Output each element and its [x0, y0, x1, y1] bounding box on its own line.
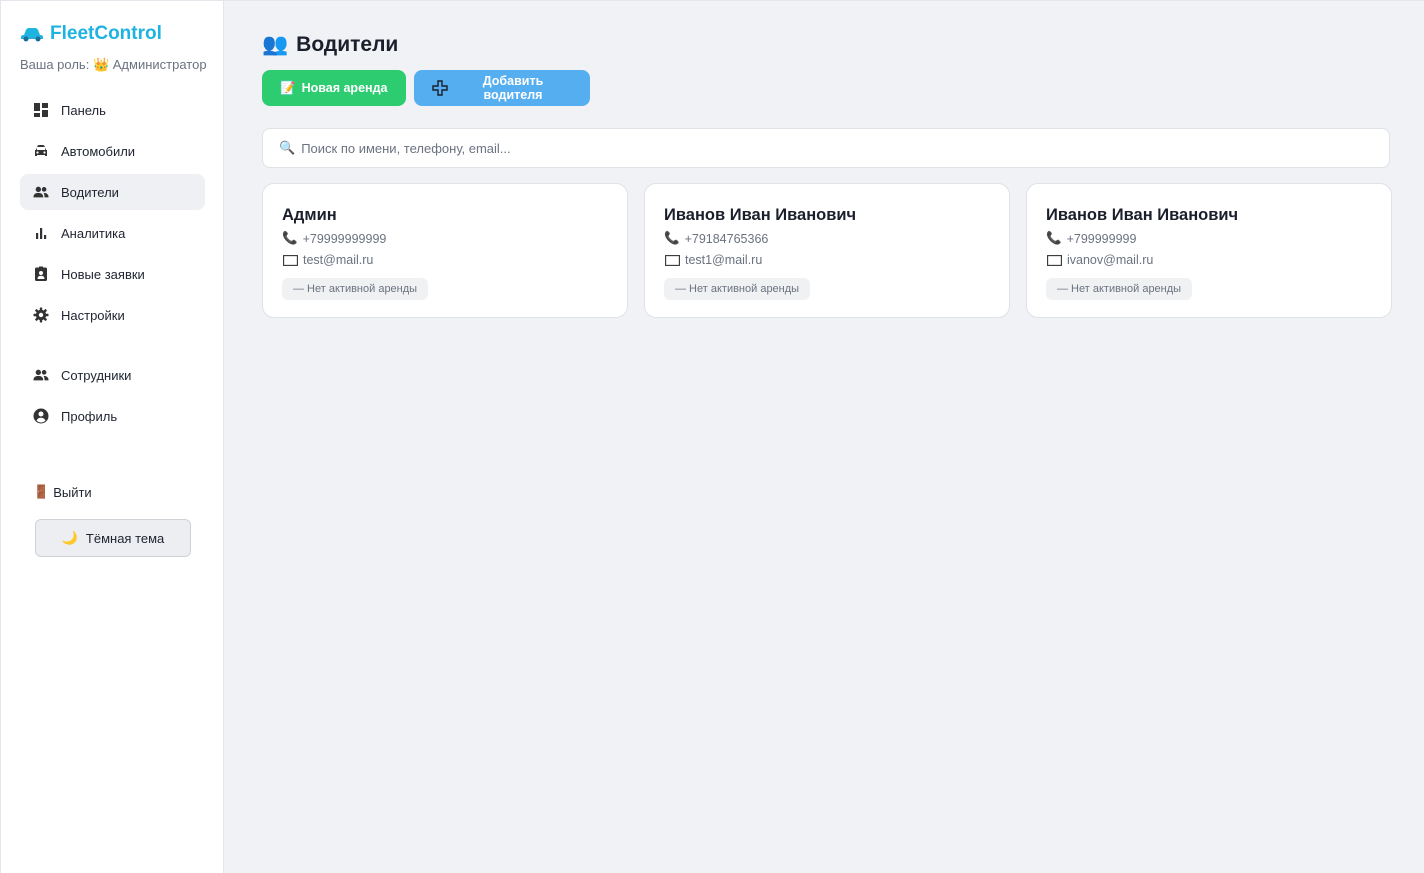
- driver-card[interactable]: Иванов Иван Иванович 📞 +79184765366 test…: [644, 183, 1010, 318]
- car-icon: [33, 143, 49, 159]
- search-input[interactable]: [301, 140, 1389, 156]
- sidebar-item-settings[interactable]: Настройки: [20, 297, 205, 333]
- driver-email: test1@mail.ru: [685, 253, 763, 267]
- sidebar-item-requests[interactable]: Новые заявки: [20, 256, 205, 292]
- driver-name: Админ: [282, 206, 337, 224]
- search-icon: 🔍: [279, 140, 296, 155]
- new-rental-label: Новая аренда: [301, 81, 388, 95]
- sidebar-item-analytics[interactable]: Аналитика: [20, 215, 205, 251]
- role-value: Администратор: [112, 57, 207, 72]
- main-content: 👥 Водители 📝 Новая аренда Добавить водит…: [224, 1, 1424, 873]
- rental-status-badge: — Нет активной аренды: [282, 278, 429, 300]
- people-icon: [33, 184, 49, 200]
- logout-label: Выйти: [53, 484, 92, 500]
- dashboard-icon: [33, 102, 49, 118]
- plus-icon: [432, 80, 448, 96]
- sidebar-item-cars[interactable]: Автомобили: [20, 133, 205, 169]
- sidebar-item-label: Новые заявки: [61, 266, 145, 282]
- page-title: 👥 Водители: [262, 33, 1392, 57]
- theme-label: Тёмная тема: [85, 530, 165, 546]
- phone-icon: 📞: [664, 231, 680, 245]
- driver-cards: Админ 📞 +79999999999 test@mail.ru — Нет …: [262, 183, 1392, 318]
- user-role: Ваша роль: 👑 Администратор: [20, 57, 207, 73]
- sidebar-item-drivers[interactable]: Водители: [20, 174, 205, 210]
- search-bar: 🔍: [262, 128, 1390, 168]
- sidebar-item-label: Автомобили: [61, 143, 136, 159]
- sidebar: FleetControl Ваша роль: 👑 Администратор …: [0, 1, 224, 873]
- phone-icon: 📞: [282, 231, 298, 245]
- sidebar-item-dashboard[interactable]: Панель: [20, 92, 205, 128]
- envelope-icon: [664, 252, 680, 268]
- add-driver-label: Добавить водителя: [482, 74, 544, 102]
- add-driver-button[interactable]: Добавить водителя: [414, 70, 590, 106]
- people-icon: [33, 367, 49, 383]
- crown-icon: 👑: [92, 57, 110, 72]
- driver-phone-row: 📞 +79184765366: [664, 231, 990, 246]
- driver-email: test@mail.ru: [303, 253, 374, 267]
- sidebar-item-label: Панель: [61, 102, 106, 118]
- driver-phone: +79999999999: [302, 231, 387, 246]
- rental-status-badge: — Нет активной аренды: [664, 278, 811, 300]
- envelope-icon: [1046, 252, 1062, 268]
- brand-name: FleetControl: [50, 23, 162, 44]
- action-bar: 📝 Новая аренда Добавить водителя: [262, 70, 1392, 106]
- app-root: FleetControl Ваша роль: 👑 Администратор …: [0, 0, 1424, 873]
- driver-card[interactable]: Иванов Иван Иванович 📞 +799999999 ivanov…: [1026, 183, 1392, 318]
- driver-phone: +799999999: [1066, 231, 1137, 246]
- sidebar-item-profile[interactable]: Профиль: [20, 398, 205, 434]
- page-title-text: Водители: [296, 33, 399, 56]
- brand[interactable]: FleetControl: [20, 23, 205, 45]
- rental-status-badge: — Нет активной аренды: [1046, 278, 1193, 300]
- driver-email-row: test@mail.ru: [282, 252, 608, 268]
- sidebar-item-label: Сотрудники: [61, 367, 132, 383]
- gear-icon: [33, 307, 49, 323]
- driver-email: ivanov@mail.ru: [1067, 253, 1154, 267]
- driver-card[interactable]: Админ 📞 +79999999999 test@mail.ru — Нет …: [262, 183, 628, 318]
- moon-icon: 🌙: [61, 530, 78, 545]
- role-label: Ваша роль:: [20, 57, 90, 72]
- car-icon: [20, 25, 44, 43]
- sidebar-item-employees[interactable]: Сотрудники: [20, 357, 205, 393]
- bar-chart-icon: [33, 225, 49, 241]
- phone-icon: 📞: [1046, 231, 1062, 245]
- busts-icon: 👥: [262, 33, 289, 56]
- sidebar-item-label: Аналитика: [61, 225, 126, 241]
- driver-name: Иванов Иван Иванович: [1046, 206, 1239, 224]
- badge-icon: [33, 266, 49, 282]
- driver-phone-row: 📞 +79999999999: [282, 231, 608, 246]
- door-icon: 🚪: [33, 484, 50, 499]
- sidebar-item-label: Водители: [61, 184, 119, 200]
- sidebar-nav: Панель Автомобили Водители Аналитика Нов…: [20, 92, 205, 434]
- new-rental-button[interactable]: 📝 Новая аренда: [262, 70, 406, 106]
- envelope-icon: [282, 252, 298, 268]
- driver-phone-row: 📞 +799999999: [1046, 231, 1372, 246]
- driver-email-row: ivanov@mail.ru: [1046, 252, 1372, 268]
- memo-icon: 📝: [280, 80, 296, 95]
- account-circle-icon: [33, 408, 49, 424]
- driver-email-row: test1@mail.ru: [664, 252, 990, 268]
- dark-theme-button[interactable]: 🌙 Тёмная тема: [35, 519, 191, 557]
- driver-phone: +79184765366: [684, 231, 769, 246]
- logout-link[interactable]: 🚪 Выйти: [20, 484, 205, 500]
- sidebar-item-label: Профиль: [61, 408, 118, 424]
- driver-name: Иванов Иван Иванович: [664, 206, 857, 224]
- sidebar-item-label: Настройки: [61, 307, 125, 323]
